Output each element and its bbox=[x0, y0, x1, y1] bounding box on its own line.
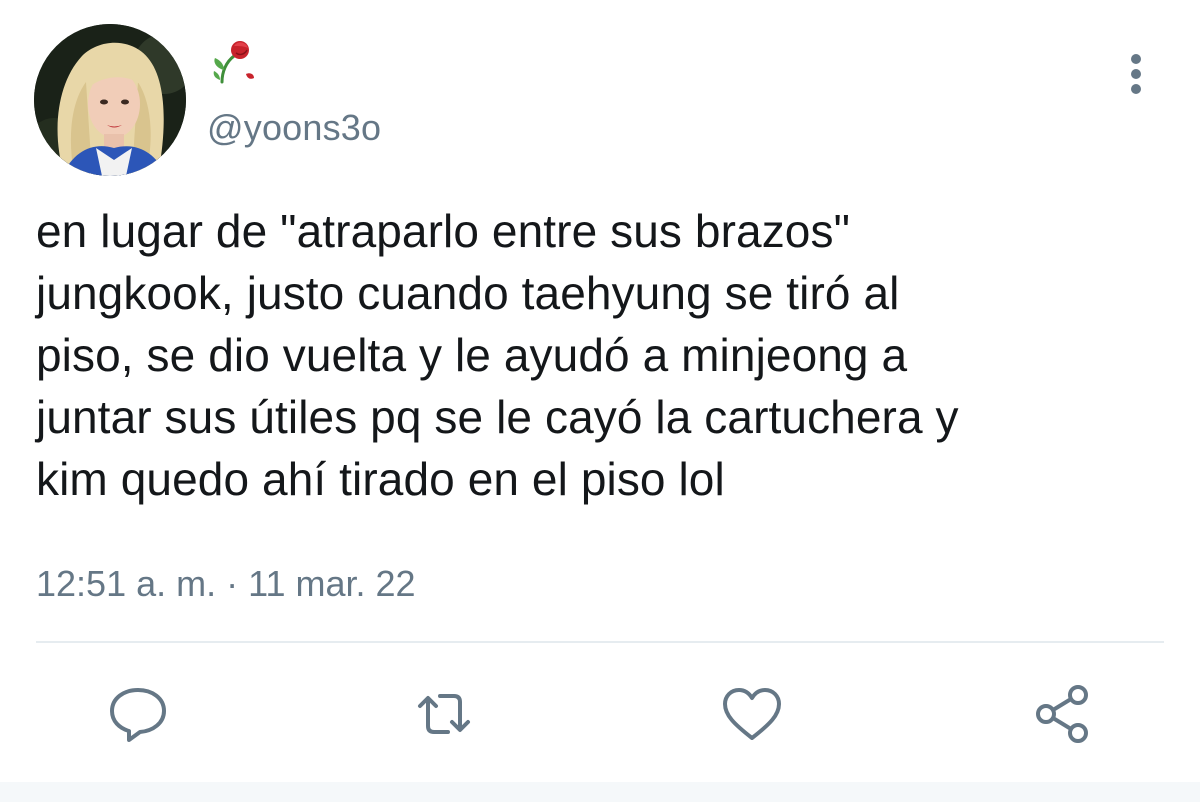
more-options-button[interactable] bbox=[1116, 48, 1158, 100]
wilted-rose-icon bbox=[213, 41, 254, 84]
more-options-dot bbox=[1131, 54, 1141, 64]
more-options-dot bbox=[1131, 69, 1141, 79]
avatar-image bbox=[34, 24, 186, 176]
like-icon bbox=[723, 688, 781, 740]
tweet-card: @yoons3o en lugar de "atraparlo entre su… bbox=[0, 0, 1200, 802]
divider bbox=[36, 641, 1164, 643]
like-button[interactable] bbox=[714, 676, 790, 752]
share-button[interactable] bbox=[1024, 676, 1100, 752]
avatar[interactable] bbox=[34, 24, 186, 176]
more-options-dot bbox=[1131, 84, 1141, 94]
user-handle[interactable]: @yoons3o bbox=[207, 106, 381, 150]
tweet-timestamp[interactable]: 12:51 a. m. · 11 mar. 22 bbox=[36, 562, 416, 606]
tweet-text: en lugar de "atraparlo entre sus brazos"… bbox=[36, 205, 959, 505]
reply-button[interactable] bbox=[100, 676, 176, 752]
bottom-separator bbox=[0, 782, 1200, 802]
retweet-icon bbox=[418, 694, 470, 734]
retweet-button[interactable] bbox=[406, 676, 482, 752]
share-icon bbox=[1036, 685, 1088, 743]
action-bar bbox=[0, 676, 1200, 752]
reply-icon bbox=[110, 688, 166, 742]
display-name-emoji[interactable] bbox=[208, 36, 268, 86]
